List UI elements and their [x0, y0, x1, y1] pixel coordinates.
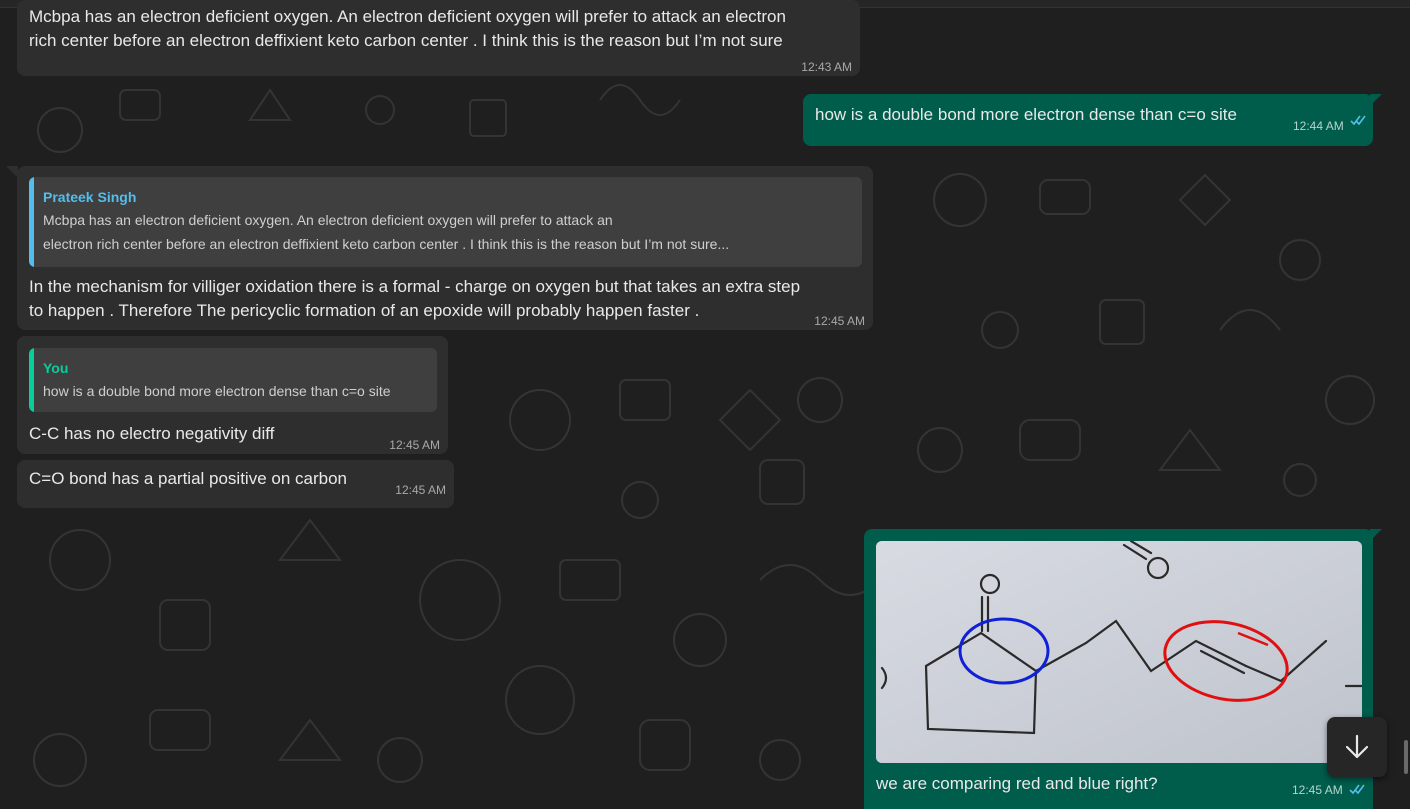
bubble-tail	[6, 166, 18, 178]
message-timestamp: 12:44 AM	[1293, 119, 1344, 133]
molecule-photo	[876, 541, 1362, 763]
scroll-to-bottom-button[interactable]	[1327, 717, 1387, 777]
message-timestamp: 12:45 AM	[814, 314, 865, 328]
quoted-message[interactable]: You how is a double bond more electron d…	[29, 348, 437, 412]
message-text: C=O bond has a partial positive on carbo…	[29, 469, 348, 488]
scrollbar-thumb[interactable]	[1404, 740, 1408, 774]
message-text: C-C has no electro negativity diff	[29, 424, 275, 443]
attached-image[interactable]	[876, 541, 1362, 763]
message-text: rich center before an electron deffixien…	[29, 31, 783, 50]
message-incoming[interactable]: Prateek Singh Mcbpa has an electron defi…	[17, 166, 873, 330]
message-timestamp: 12:43 AM	[801, 60, 852, 74]
message-text: In the mechanism for villiger oxidation …	[29, 277, 801, 296]
bubble-tail	[1370, 94, 1382, 106]
image-caption: we are comparing red and blue right?	[876, 774, 1158, 793]
quote-text: how is a double bond more electron dense…	[43, 383, 391, 399]
arrow-down-icon	[1345, 734, 1369, 759]
double-check-icon	[1350, 115, 1366, 126]
double-check-icon	[1349, 784, 1365, 795]
message-timestamp: 12:45 AM	[389, 438, 440, 452]
quoted-message[interactable]: Prateek Singh Mcbpa has an electron defi…	[29, 177, 862, 267]
quote-text: Mcbpa has an electron deficient oxygen. …	[43, 212, 613, 228]
bubble-tail	[1370, 529, 1382, 541]
quote-text: electron rich center before an electron …	[43, 236, 730, 252]
message-incoming[interactable]: You how is a double bond more electron d…	[17, 336, 448, 454]
quote-bar	[29, 348, 34, 412]
quote-author: You	[43, 360, 69, 376]
quote-author: Prateek Singh	[43, 189, 137, 205]
message-text: Mcbpa has an electron deficient oxygen. …	[29, 7, 786, 26]
message-text: to happen . Therefore The pericyclic for…	[29, 301, 700, 320]
message-outgoing[interactable]: how is a double bond more electron dense…	[803, 94, 1373, 146]
message-timestamp: 12:45 AM	[395, 483, 446, 497]
message-incoming[interactable]: Mcbpa has an electron deficient oxygen. …	[17, 0, 860, 76]
quote-bar	[29, 177, 34, 267]
message-incoming[interactable]: C=O bond has a partial positive on carbo…	[17, 460, 454, 508]
message-text: how is a double bond more electron dense…	[815, 105, 1237, 124]
message-timestamp: 12:45 AM	[1292, 783, 1343, 797]
